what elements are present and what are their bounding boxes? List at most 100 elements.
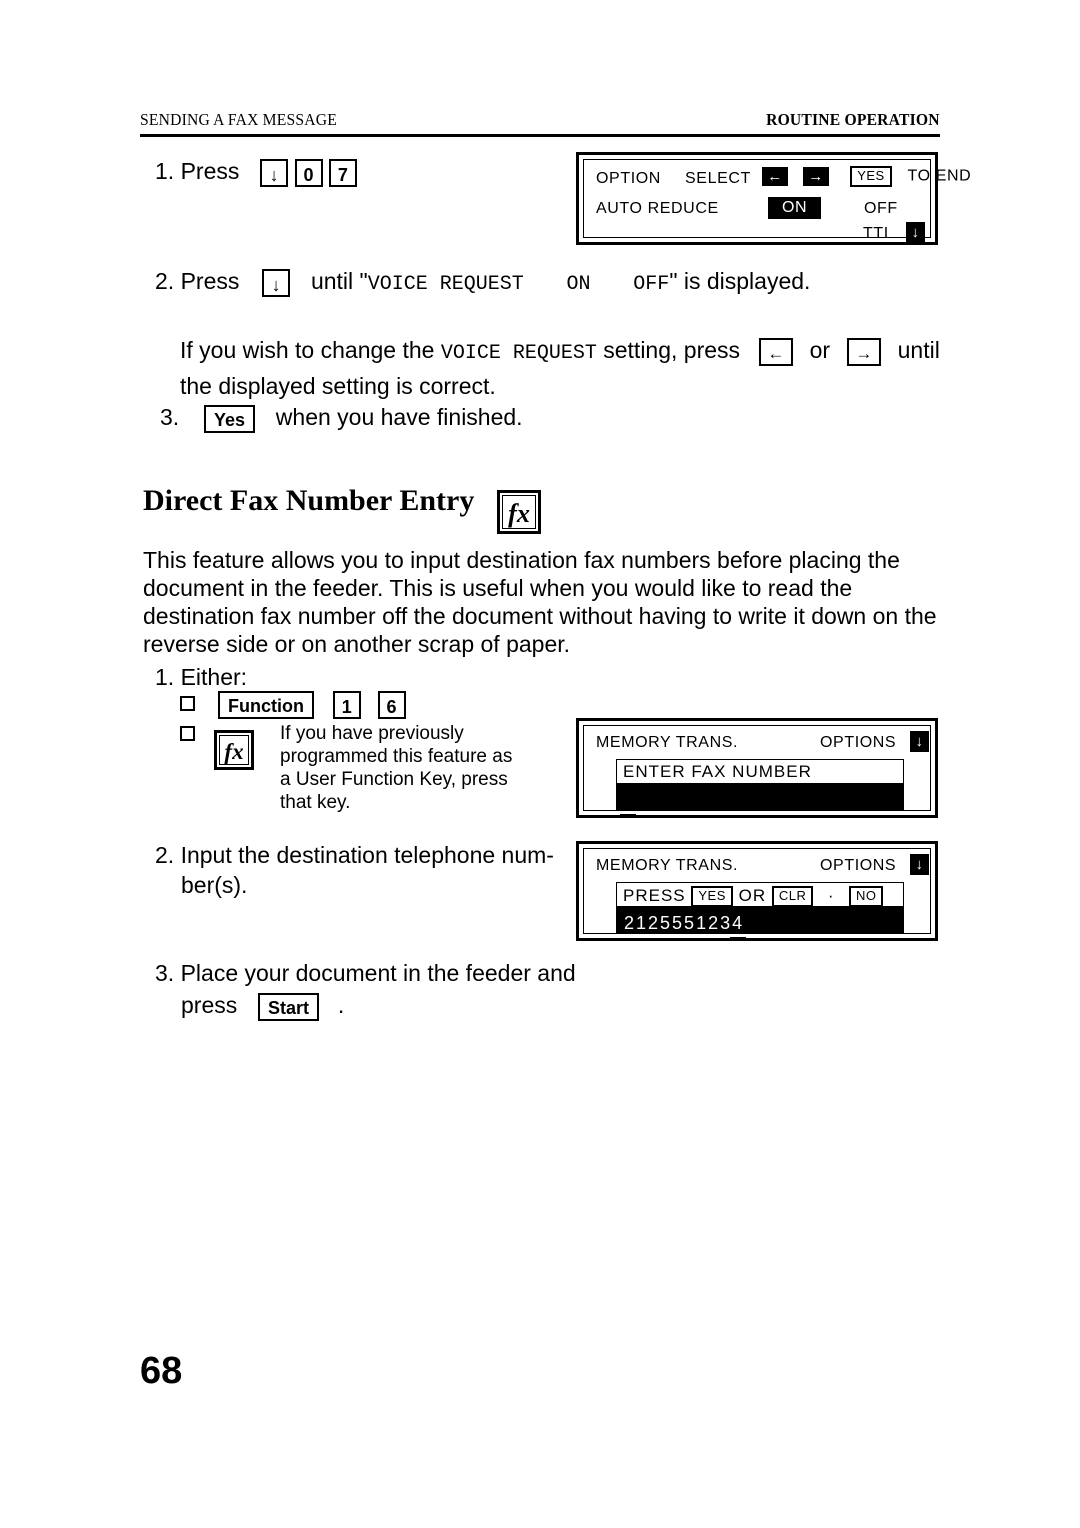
step-b1-label: Either: [180, 664, 248, 690]
function-key[interactable]: Function [218, 690, 314, 719]
lcd3-prompt-field: PRESS YES OR CLR · NO [616, 882, 904, 907]
note-change-setting: If you wish to change the VOICE REQUEST … [180, 335, 940, 401]
lcd1-screen: OPTION SELECT ← → YES TO END AUTO REDUCE… [583, 159, 971, 243]
lcd-display-enter-fax-number: MEMORY TRANS. OPTIONS ↓ ENTER FAX NUMBER [576, 718, 938, 818]
numeric-key-7[interactable]: 7 [328, 158, 357, 187]
lcd-yes-key[interactable]: YES [850, 166, 892, 187]
lcd3-screen: MEMORY TRANS. OPTIONS ↓ PRESS YES OR CLR… [583, 848, 931, 940]
lcd2-down-arrow[interactable]: ↓ [910, 731, 929, 752]
note-or: or [809, 337, 831, 363]
down-arrow-key[interactable]: ↓ [260, 158, 289, 187]
lcd-left-arrow-icon[interactable]: ← [762, 166, 788, 186]
lcd1-to-end-label: TO END [907, 167, 972, 185]
lcd1-setting-label: AUTO REDUCE [596, 200, 719, 217]
section-description: This feature allows you to input destina… [143, 547, 937, 657]
step-2-display-on: ON [566, 273, 591, 296]
page-number: 68 [140, 1350, 183, 1392]
lcd1-setting-on[interactable]: ON [768, 197, 822, 219]
step-b3-text: Place your document in the feeder and [180, 960, 576, 986]
numeric-key-1[interactable]: 1 [332, 690, 361, 719]
lcd3-down-arrow[interactable]: ↓ [910, 854, 929, 875]
note-line1-a: If you wish to change the [180, 337, 435, 363]
step-1-number: 1. [155, 158, 175, 184]
lcd3-options-label[interactable]: OPTIONS [820, 857, 896, 875]
lcd1-next-label: TTI [863, 225, 889, 242]
lcd2-cursor [620, 814, 636, 817]
user-function-fx-icon: fx [497, 490, 541, 534]
lcd1-setting-off[interactable]: OFF [864, 200, 898, 218]
bullet-option-a [180, 696, 195, 711]
lcd2-screen: MEMORY TRANS. OPTIONS ↓ ENTER FAX NUMBER [583, 725, 931, 817]
lcd1-controls: ← → YES TO END [762, 166, 971, 187]
lcd2-prompt-field: ENTER FAX NUMBER [616, 759, 904, 784]
lcd-clr-key[interactable]: CLR [771, 886, 814, 907]
bullet-option-b [180, 726, 195, 741]
option-b-text: If you have previously programmed this f… [280, 723, 513, 813]
lcd-display-confirm-number: MEMORY TRANS. OPTIONS ↓ PRESS YES OR CLR… [576, 841, 938, 941]
lcd-down-arrow-icon: ↓ [906, 222, 925, 243]
lcd3-entry-field[interactable]: 2125551234 [616, 907, 904, 934]
step-2-label-before: Press [180, 268, 240, 294]
lcd3-title: MEMORY TRANS. [596, 857, 739, 874]
lcd3-dot-separator: · [827, 886, 835, 905]
lcd-down-arrow-icon: ↓ [910, 854, 929, 875]
fx-glyph: fx [219, 735, 249, 765]
header-section-title: SENDING A FAX MESSAGE [140, 110, 337, 129]
lcd1-down-arrow[interactable]: ↓ [906, 222, 925, 243]
step-b3-number: 3. [155, 960, 175, 986]
lcd1-title2: SELECT [685, 170, 751, 187]
step-b3-line2: press Start . [181, 990, 585, 1021]
note-line1-c: until [897, 337, 940, 363]
step-b2-number: 2. [155, 842, 175, 868]
step-2-display-text: VOICE REQUEST [367, 273, 524, 296]
numeric-key-6[interactable]: 6 [377, 690, 406, 719]
lcd2-title: MEMORY TRANS. [596, 734, 739, 751]
right-arrow-key[interactable]: → [846, 337, 881, 366]
lcd-down-arrow-icon: ↓ [910, 731, 929, 752]
manual-page: SENDING A FAX MESSAGE ROUTINE OPERATION … [0, 0, 1080, 1528]
step-1-press: 1. Press ↓ 0 7 [155, 156, 357, 187]
step-b1-number: 1. [155, 664, 175, 690]
lcd-right-arrow-icon[interactable]: → [803, 166, 830, 186]
note-line1-b: setting, press [603, 337, 741, 363]
step-2-label-after: " is displayed. [669, 268, 811, 294]
step-b3-period: . [337, 992, 345, 1018]
fx-glyph: fx [502, 495, 536, 529]
numeric-key-0[interactable]: 0 [294, 158, 323, 187]
user-function-fx-icon[interactable]: fx [214, 730, 254, 770]
header-divider [140, 134, 940, 137]
step-2-input-number: 2. Input the destination telephone num- … [155, 840, 555, 900]
step-2-display-off: OFF [633, 273, 670, 296]
step-3-text: when you have finished. [275, 404, 523, 430]
lcd1-title: OPTION [596, 170, 661, 187]
lcd-yes-key[interactable]: YES [691, 886, 733, 907]
left-arrow-key[interactable]: ← [758, 337, 793, 366]
step-b3-press-label: press [181, 992, 238, 1018]
lcd1-row-1: OPTION SELECT [596, 170, 751, 188]
step-2-label-mid: until " [310, 268, 368, 294]
step-3-number: 3. [160, 404, 180, 430]
step-3-place-document: 3. Place your document in the feeder and… [155, 958, 585, 1021]
lcd1-setting-on-value: ON [768, 197, 822, 219]
lcd3-press-label: PRESS [623, 886, 686, 905]
header-chapter-title: ROUTINE OPERATION [766, 110, 940, 129]
lcd3-or-label: OR [738, 886, 767, 905]
note-voice-request: VOICE REQUEST [440, 342, 597, 365]
down-arrow-key[interactable]: ↓ [262, 268, 291, 297]
option-a-keys: Function 1 6 [218, 688, 406, 719]
step-3-press-yes: 3. Yes when you have finished. [160, 402, 523, 433]
start-key[interactable]: Start [258, 992, 320, 1021]
step-b2-text-line2: ber(s). [181, 872, 248, 898]
lcd2-entry-field[interactable] [616, 784, 904, 811]
lcd2-options-label[interactable]: OPTIONS [820, 734, 896, 752]
note-line2: the displayed setting is correct. [180, 373, 496, 399]
yes-key[interactable]: Yes [203, 404, 256, 433]
step-b2-text: Input the destination telephone num- [180, 842, 554, 868]
lcd-display-option-select: OPTION SELECT ← → YES TO END AUTO REDUCE… [576, 152, 971, 245]
running-header: SENDING A FAX MESSAGE ROUTINE OPERATION [140, 110, 940, 130]
lcd3-cursor [730, 937, 746, 940]
lcd-no-key[interactable]: NO [848, 886, 884, 907]
step-2-number: 2. [155, 268, 175, 294]
step-1-label: Press [180, 158, 240, 184]
page-title: Direct Fax Number Entry [143, 484, 475, 517]
